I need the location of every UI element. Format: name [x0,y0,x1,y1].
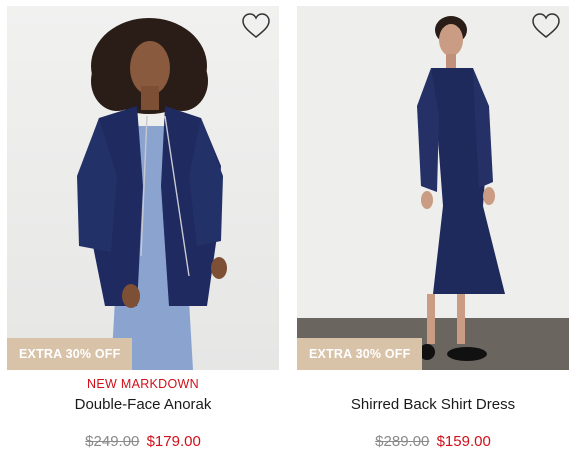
heart-outline-icon [532,13,560,38]
price-block: $289.00 $159.00 [297,432,569,452]
wishlist-button[interactable] [241,12,271,40]
product-image[interactable]: EXTRA 30% OFF [7,6,279,370]
original-price: $249.00 [85,433,140,450]
price-block: $249.00 $179.00 [7,432,279,452]
product-image[interactable]: EXTRA 30% OFF [297,6,569,370]
product-card[interactable]: EXTRA 30% OFF NEW MARKDOWN Double-Face A… [7,6,279,452]
product-name-link[interactable]: Shirred Back Shirt Dress [297,395,569,415]
discount-badge: EXTRA 30% OFF [297,338,423,370]
product-name-link[interactable]: Double-Face Anorak [7,395,279,415]
sale-price: $179.00 [146,433,201,450]
anorak-model-photo [7,6,279,370]
heart-outline-icon [242,13,270,38]
markdown-tag [297,375,569,393]
wishlist-button[interactable] [531,12,561,40]
product-card[interactable]: EXTRA 30% OFF Shirred Back Shirt Dress $… [297,6,569,452]
discount-badge: EXTRA 30% OFF [7,338,133,370]
sale-price: $159.00 [436,433,491,450]
original-price: $289.00 [375,433,430,450]
shirt-dress-model-photo [297,6,569,370]
markdown-tag: NEW MARKDOWN [87,377,199,391]
